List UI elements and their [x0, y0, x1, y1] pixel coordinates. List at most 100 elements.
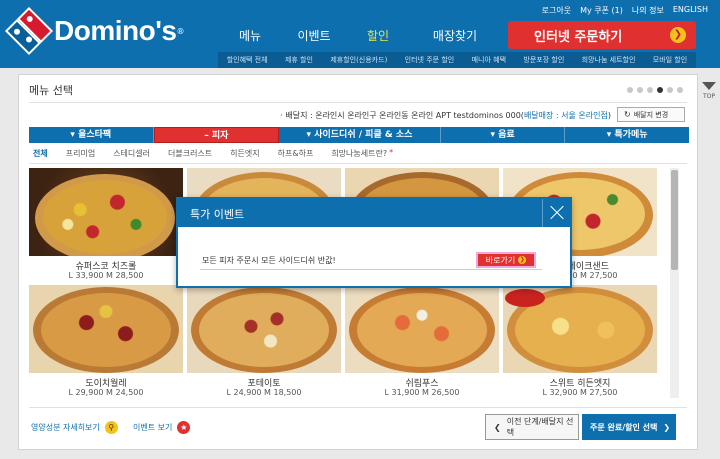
- category-tabs: ▾ 올스타팩 – 피자 ▾ 사이드디쉬 / 피클 & 소스 ▾ 음료 ▾ 특가메…: [29, 127, 689, 143]
- online-order-button[interactable]: 인터넷 주문하기 ❯: [508, 21, 696, 49]
- logout-link[interactable]: 로그아웃: [542, 5, 571, 16]
- modal-message: 모든 피자 주문시 모든 사이드디쉬 반값!: [202, 256, 336, 265]
- divider: [29, 407, 687, 408]
- tab-allstar-pack[interactable]: ▾ 올스타팩: [29, 127, 154, 143]
- pizza-card[interactable]: 쉬림푸스 L 31,900 M 26,500: [345, 285, 499, 398]
- special-event-modal: 특가 이벤트 모든 피자 주문시 모든 사이드디쉬 반값! 바로가기 ❯: [176, 197, 572, 288]
- subnav-mania[interactable]: 매니아 혜택: [472, 55, 506, 65]
- pizza-card[interactable]: 스위트 히든엣지 L 32,900 M 27,500: [503, 285, 657, 398]
- filter-hidden-edge[interactable]: 히든엣지: [230, 148, 259, 159]
- refresh-icon: ↻: [624, 110, 631, 119]
- pizza-image[interactable]: [187, 285, 341, 373]
- chevron-right-icon: ❯: [663, 422, 671, 432]
- my-coupon-link[interactable]: My 쿠폰 (1): [580, 5, 623, 16]
- pizza-card[interactable]: 도이치월레 L 29,900 M 24,500: [29, 285, 183, 398]
- nav-menu[interactable]: 메뉴: [218, 27, 282, 44]
- go-now-label: 바로가기: [485, 255, 516, 265]
- go-now-button[interactable]: 바로가기 ❯: [476, 252, 536, 268]
- chevron-left-icon: ❮: [494, 422, 501, 432]
- nutrition-link[interactable]: 영양성분 자세히보기 ⚲: [31, 421, 118, 434]
- pizza-card[interactable]: 포테이토 L 24,900 M 18,500: [187, 285, 341, 398]
- filter-half-half[interactable]: 하프&하프: [278, 148, 314, 159]
- tab-pizza[interactable]: – 피자: [153, 127, 280, 143]
- pizza-image[interactable]: [345, 285, 499, 373]
- tab-label: 피자: [211, 131, 229, 141]
- carousel-dot[interactable]: [647, 87, 653, 93]
- subnav-card[interactable]: 제휴할인(신용카드): [330, 55, 387, 65]
- pizza-image[interactable]: [29, 285, 183, 373]
- pizza-card[interactable]: 슈퍼스코 치즈롤 L 33,900 M 28,500: [29, 168, 183, 281]
- chevron-down-icon: ▾: [490, 130, 496, 140]
- registered-mark: ®: [176, 26, 185, 36]
- subnav-hope-set[interactable]: 희망나눔 세트할인: [582, 55, 636, 65]
- event-link-label: 이벤트 보기: [133, 423, 173, 432]
- tab-label: 올스타팩: [78, 130, 112, 140]
- delivery-address: · 배달지 : 온라인시 온라인구 온라인동 온라인 APT testdomin…: [280, 110, 611, 121]
- site-header: Domino's ® 로그아웃 My 쿠폰 (1) 나의 정보 ENGLISH …: [0, 0, 720, 68]
- carousel-dot[interactable]: [627, 87, 633, 93]
- prev-step-label: 이전 단계/배달지 선택: [506, 417, 574, 437]
- close-icon[interactable]: [542, 199, 570, 227]
- change-address-button[interactable]: ↻ 배달지 변경: [617, 107, 685, 122]
- tab-drinks[interactable]: ▾ 음료: [441, 127, 566, 143]
- address-text: · 배달지 : 온라인시 온라인구 온라인동 온라인 APT testdomin…: [280, 111, 524, 120]
- tab-side-dish[interactable]: ▾ 사이드디쉬 / 피클 & 소스: [279, 127, 441, 143]
- arrow-right-icon: ❯: [518, 256, 527, 264]
- pizza-image[interactable]: [503, 285, 657, 373]
- next-step-button[interactable]: 주문 완료/할인 선택 ❯: [582, 414, 676, 440]
- chevron-down-icon: ▾: [306, 130, 312, 140]
- filter-hope-set[interactable]: 희망나눔세트란?: [331, 148, 387, 159]
- pizza-image[interactable]: [29, 168, 183, 256]
- filter-double-crust[interactable]: 더블크러스트: [168, 148, 212, 159]
- scroll-top-button[interactable]: TOP: [701, 82, 717, 140]
- pizza-price: L 31,900 M 26,500: [384, 388, 460, 397]
- carousel-dot[interactable]: [637, 87, 643, 93]
- carousel-dot[interactable]: [667, 87, 673, 93]
- pizza-price: L 33,900 M 28,500: [68, 271, 144, 280]
- carousel-dot[interactable]: [677, 87, 683, 93]
- filter-all[interactable]: 전체: [33, 148, 48, 159]
- arrow-right-icon: ❯: [670, 27, 686, 43]
- valentine-badge-icon: [505, 289, 545, 307]
- grid-scrollbar[interactable]: [670, 168, 679, 398]
- subnav-all[interactable]: 할인혜택 전체: [227, 55, 268, 65]
- tab-label: 사이드디쉬 / 피클 & 소스: [314, 130, 413, 140]
- nutrition-link-label: 영양성분 자세히보기: [31, 423, 100, 432]
- filter-steady[interactable]: 스테디셀러: [113, 148, 150, 159]
- address-close: ): [607, 111, 611, 120]
- my-info-link[interactable]: 나의 정보: [632, 5, 664, 16]
- online-order-label: 인터넷 주문하기: [534, 29, 623, 45]
- divider: [29, 102, 687, 103]
- scroll-top-label: TOP: [702, 93, 715, 100]
- english-link[interactable]: ENGLISH: [673, 5, 708, 16]
- tab-label: 음료: [498, 130, 515, 140]
- scrollbar-thumb[interactable]: [671, 170, 678, 270]
- pizza-price: L 24,900 M 18,500: [226, 388, 302, 397]
- pizza-price: L 29,900 M 24,500: [68, 388, 144, 397]
- modal-header: 특가 이벤트: [178, 199, 570, 227]
- domino-tile-icon: [4, 6, 54, 56]
- brand-name: Domino's: [54, 15, 177, 46]
- chevron-down-icon: ▾: [70, 130, 75, 140]
- subnav-partner[interactable]: 제휴 할인: [285, 55, 313, 65]
- tab-label: 특가메뉴: [614, 130, 648, 140]
- filter-premium[interactable]: 프리미엄: [66, 148, 95, 159]
- carousel-dots: [627, 87, 683, 93]
- subnav-takeout[interactable]: 방문포장 할인: [523, 55, 564, 65]
- carousel-dot-active[interactable]: [657, 87, 663, 93]
- panel-title: 메뉴 선택: [29, 84, 73, 97]
- nav-store-finder[interactable]: 매장찾기: [410, 27, 500, 44]
- divider: [29, 163, 687, 164]
- prev-step-button[interactable]: ❮ 이전 단계/배달지 선택: [485, 414, 579, 440]
- search-icon: ⚲: [104, 421, 118, 434]
- subnav-online[interactable]: 인터넷 주문 할인: [405, 55, 455, 65]
- dominos-logo[interactable]: Domino's ®: [4, 6, 185, 56]
- triangle-down-icon: [702, 82, 716, 90]
- subnav-mobile[interactable]: 모바일 할인: [653, 55, 687, 65]
- tab-special-menu[interactable]: ▾ 특가메뉴: [565, 127, 689, 143]
- nav-event[interactable]: 이벤트: [282, 27, 346, 44]
- divider: [200, 269, 542, 270]
- event-link[interactable]: 이벤트 보기 ★: [133, 421, 191, 434]
- asterisk-mark: *: [389, 148, 394, 157]
- nav-discount[interactable]: 할인: [346, 27, 410, 44]
